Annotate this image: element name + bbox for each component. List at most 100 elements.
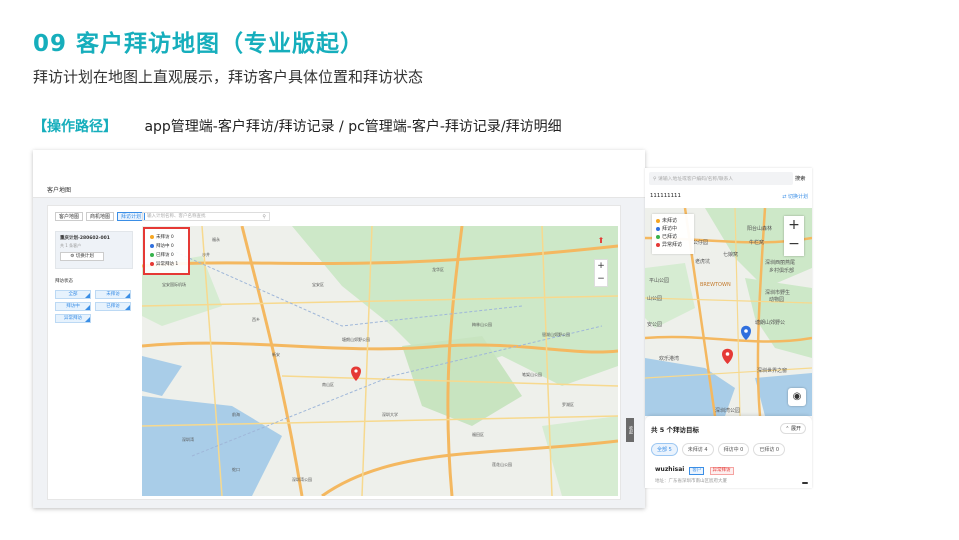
map-label: 新安 [272, 351, 280, 357]
chip-unvisited[interactable]: 未拜访 4 [681, 443, 714, 456]
map-label: 深圳湾 [182, 436, 194, 442]
map-label: 福永 [212, 236, 220, 242]
map-label: 深圳湾公园 [715, 407, 740, 414]
zoom-in-button[interactable]: + [784, 216, 804, 235]
map-label: 福田区 [472, 431, 484, 437]
map-label: 平山公园 [649, 277, 669, 284]
desktop-screenshot: 客户地图 客户地图 商机地图 拜访计划 输入计划名称、客户名称查找 ⚲ 重庆计划… [33, 150, 645, 508]
state-all-button[interactable]: 全部 [55, 290, 91, 299]
zoom-out-button[interactable]: − [784, 235, 804, 254]
legend-item-unvisited[interactable]: 未拜访 0 [150, 233, 183, 242]
map-label: 塘朗山郊野公 [755, 319, 785, 326]
map-label: 蛇口 [232, 466, 240, 472]
mobile-search-button[interactable]: 搜索 [795, 175, 805, 182]
desktop-map[interactable]: 宝安国际机场 福永 沙井 西乡 新安 南山区 深圳湾 蛇口 宝安区 龙华区 福田… [142, 226, 618, 496]
visit-state-title: 拜访状态 [55, 279, 73, 284]
plan-name: 重庆计划-280602-001 [60, 236, 110, 241]
mobile-search-input[interactable]: ⚲ 请输入地址或客户编码/名称/联系人 [649, 172, 793, 185]
legend-item-visiting[interactable]: 拜访中 [656, 225, 690, 233]
map-tabs: 客户地图 商机地图 拜访计划 [55, 212, 146, 222]
search-icon[interactable]: ⚲ [262, 214, 266, 220]
status-dot-icon [656, 242, 660, 247]
map-label: 牛栏窝 [749, 239, 764, 246]
map-label: 宝安区 [312, 281, 324, 287]
scroll-indicator [802, 482, 808, 484]
abnormal-visit-tag: 异常拜访 [709, 467, 734, 475]
map-label: 动物园 [769, 296, 784, 303]
map-label: 深圳湾公园 [292, 476, 312, 482]
map-label: 安公园 [647, 321, 662, 328]
status-dot-icon [150, 261, 154, 266]
mobile-screenshot: ⚲ 请输入地址或客户编码/名称/联系人 搜索 111111111 ⇄ 切换计划 [645, 168, 812, 488]
map-label: 银湖山郊野公园 [542, 331, 570, 337]
chip-visited[interactable]: 已拜访 0 [753, 443, 786, 456]
state-visiting-button[interactable]: 拜访中 [55, 302, 91, 311]
map-label: 宝安国际机场 [162, 281, 186, 287]
mobile-status-legend: 未拜访 拜访中 已拜访 异常拜访 [652, 214, 694, 254]
plan-sidebar: 重庆计划-280602-001 共 1 条客户 ⚙ 切换计划 拜访状态 全部 未… [55, 231, 135, 496]
zoom-in-button[interactable]: + [595, 260, 607, 273]
map-label: 欢乐港湾 [659, 355, 679, 362]
search-placeholder: 输入计划名称、客户名称查找 [147, 214, 206, 219]
legend-item-abnormal[interactable]: 异常拜访 1 [150, 260, 183, 269]
mobile-switch-plan-button[interactable]: ⇄ 切换计划 [782, 193, 808, 200]
zoom-out-button[interactable]: − [595, 273, 607, 286]
status-dot-icon [150, 252, 154, 257]
state-abnormal-button[interactable]: 异常拜访 [55, 314, 91, 323]
state-unvisited-button[interactable]: 未拜访 [95, 290, 131, 299]
status-dot-icon [656, 226, 660, 231]
switch-plan-label: 切换计划 [75, 254, 94, 259]
status-dot-icon [150, 234, 154, 239]
status-dot-icon [656, 234, 660, 239]
map-label: 深圳大学 [382, 411, 398, 417]
map-label: 深圳世界之窗 [757, 367, 787, 374]
map-label: 老虎坑 [695, 258, 710, 265]
customer-address: 地址：广东省深圳市南山区宸府大厦 [655, 479, 727, 484]
expand-button[interactable]: ⌃ 展开 [780, 423, 806, 434]
desktop-header: 客户地图 [33, 150, 645, 198]
map-label: 乡村俱乐部 [769, 267, 794, 274]
mobile-search-placeholder: 请输入地址或客户编码/名称/联系人 [658, 177, 734, 182]
map-zoom-control: + − [594, 259, 608, 287]
map-label: BREWTOWN [700, 282, 731, 288]
map-label: 深圳西丽燕尾 [765, 259, 795, 266]
plan-card[interactable]: 重庆计划-280602-001 共 1 条客户 ⚙ 切换计划 [55, 231, 133, 269]
map-label: 西乡 [252, 317, 260, 322]
plan-search-input[interactable]: 输入计划名称、客户名称查找 ⚲ [142, 212, 270, 221]
plan-count: 共 1 条客户 [60, 243, 82, 248]
tab-visit-plan[interactable]: 拜访计划 [117, 212, 146, 221]
chip-visiting[interactable]: 拜访中 0 [717, 443, 750, 456]
chip-all[interactable]: 全部 5 [651, 443, 678, 456]
map-label: 罗湖区 [562, 401, 574, 407]
legend-item-visiting[interactable]: 拜访中 0 [150, 242, 183, 251]
customer-tag: 客户 [689, 467, 705, 475]
legend-item-unvisited[interactable]: 未拜访 [656, 217, 690, 225]
slide-title: 09 客户拜访地图（专业版起） [33, 31, 365, 57]
map-label: 七娘窝 [723, 251, 738, 258]
mobile-plan-name: 111111111 [650, 193, 681, 199]
map-label: 莲花山公园 [492, 461, 512, 467]
customer-item[interactable]: wuzhisai 客户 异常拜访 [655, 466, 734, 475]
state-visited-button[interactable]: 已拜访 [95, 302, 131, 311]
map-label: 龙华区 [432, 266, 444, 272]
map-label: 南山区 [322, 381, 334, 387]
tab-customer-map[interactable]: 客户地图 [55, 212, 84, 221]
map-label: 塘朗山郊野公园 [342, 336, 370, 342]
legend-item-abnormal[interactable]: 异常拜访 [656, 241, 690, 249]
switch-icon: ⚙ [70, 254, 75, 259]
legend-item-visited[interactable]: 已拜访 [656, 233, 690, 241]
mobile-zoom-control: + − [784, 216, 804, 256]
compass-icon[interactable]: ⬆ [595, 236, 607, 248]
locate-icon[interactable]: ◉ [788, 388, 806, 406]
tab-opportunity-map[interactable]: 商机地图 [86, 212, 115, 221]
mobile-map[interactable]: 阳台山森林 公仔园 牛栏窝 七娘窝 老虎坑 深圳西丽燕尾 乡村俱乐部 BREWT… [645, 208, 812, 416]
legend-item-visited[interactable]: 已拜访 0 [150, 251, 183, 260]
page-name: 客户地图 [47, 187, 72, 194]
map-label: 公仔园 [693, 239, 708, 246]
status-dot-icon [656, 218, 660, 223]
collapse-side-tab[interactable]: 收起 [626, 418, 634, 442]
switch-plan-button[interactable]: ⚙ 切换计划 [60, 252, 104, 261]
slide-subtitle: 拜访计划在地图上直观展示，拜访客户具体位置和拜访状态 [33, 68, 424, 86]
map-label: 笔架山公园 [522, 371, 542, 377]
map-label: 梅林山公园 [472, 321, 492, 327]
